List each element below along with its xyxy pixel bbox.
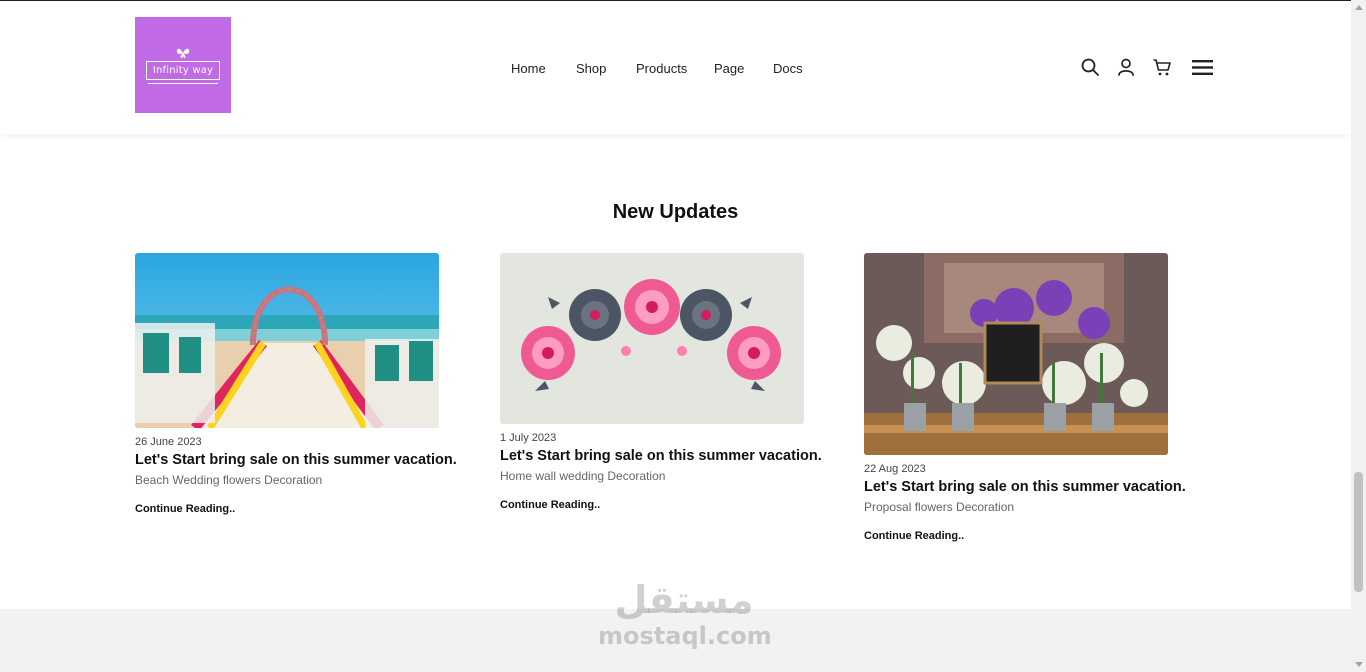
post-date: 1 July 2023 [500, 432, 557, 444]
blog-card: 22 Aug 2023 Let's Start bring sale on th… [864, 253, 1186, 542]
proposal-flowers-image[interactable] [864, 253, 1168, 455]
search-icon[interactable] [1080, 57, 1100, 77]
logo-rule [148, 82, 218, 84]
wall-flowers-image[interactable] [500, 253, 804, 424]
scrollbar-thumb[interactable] [1354, 472, 1363, 592]
section-title: New Updates [612, 201, 739, 223]
butterfly-icon [176, 48, 190, 58]
nav-page[interactable]: Page [714, 61, 744, 76]
post-date: 26 June 2023 [135, 436, 202, 448]
continue-reading-link[interactable]: Continue Reading.. [135, 503, 439, 515]
scroll-down-arrow-icon[interactable] [1355, 662, 1363, 667]
post-title[interactable]: Let's Start bring sale on this summer va… [500, 448, 822, 464]
post-date: 22 Aug 2023 [864, 463, 926, 475]
blog-card: 1 July 2023 Let's Start bring sale on th… [500, 253, 822, 511]
logo-text: Infinity way [145, 60, 221, 80]
watermark-latin: mostaql.com [598, 622, 772, 650]
blog-card: 26 June 2023 Let's Start bring sale on t… [135, 253, 457, 515]
user-icon[interactable] [1116, 57, 1136, 77]
continue-reading-link[interactable]: Continue Reading.. [864, 530, 1168, 542]
nav-shop[interactable]: Shop [576, 61, 606, 76]
watermark: مستقل mostaql.com [598, 578, 772, 650]
menu-icon[interactable] [1192, 58, 1213, 77]
beach-wedding-image[interactable] [135, 253, 439, 428]
nav-home[interactable]: Home [511, 61, 546, 76]
post-title[interactable]: Let's Start bring sale on this summer va… [135, 452, 457, 468]
post-subtitle: Beach Wedding flowers Decoration [135, 473, 323, 487]
logo[interactable]: Infinity way [135, 17, 231, 113]
continue-reading-link[interactable]: Continue Reading.. [500, 499, 804, 511]
nav-products[interactable]: Products [636, 61, 687, 76]
nav-docs[interactable]: Docs [773, 61, 803, 76]
vertical-scrollbar[interactable] [1351, 0, 1366, 672]
post-title[interactable]: Let's Start bring sale on this summer va… [864, 479, 1186, 495]
post-subtitle: Proposal flowers Decoration [864, 500, 1015, 514]
scroll-up-arrow-icon[interactable] [1355, 5, 1363, 10]
cart-icon[interactable] [1152, 57, 1172, 77]
post-subtitle: Home wall wedding Decoration [500, 469, 666, 483]
watermark-arabic: مستقل [614, 578, 754, 622]
site-header: Infinity way Home Shop Products Page Doc… [0, 1, 1351, 134]
